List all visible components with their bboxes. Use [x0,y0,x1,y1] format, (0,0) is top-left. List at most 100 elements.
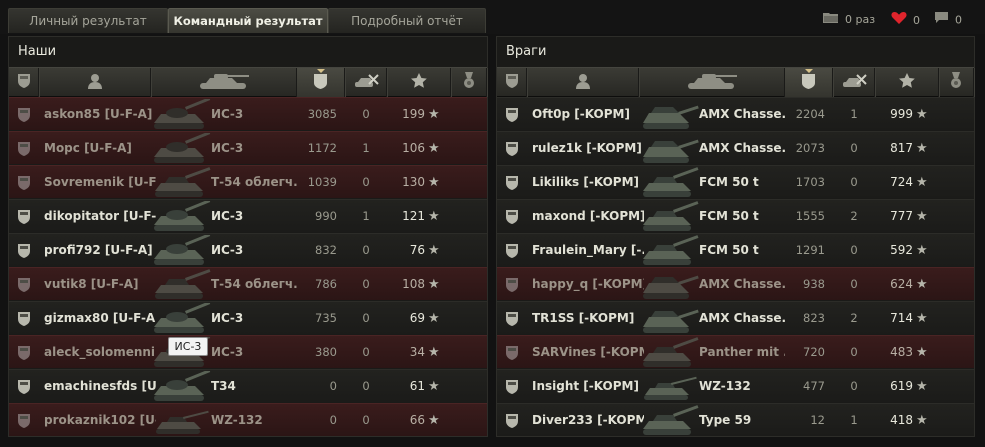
like-count: 0 [913,14,920,27]
vehicle-name[interactable]: ИС-3 [211,302,297,335]
table-row[interactable]: maxond [-KOPM] FCM 50 t 1555 2 777 ★ [497,199,974,232]
table-row[interactable]: happy_q [-KOPM] AMX Chasse... 938 0 624★ [497,267,974,300]
player-name[interactable]: askon85 [U-F-A] [44,98,156,131]
platoon-shield-icon [17,370,33,403]
header-experience[interactable] [297,68,345,97]
kills-value: 0 [850,345,858,359]
vehicle-name[interactable]: ИС-3 [211,234,297,267]
vehicle-name[interactable]: T34 [211,370,297,403]
table-row[interactable]: Diver233 [-KOPM] Type 59 12 1 418 ★ [497,403,974,436]
tab-team-result[interactable]: Командный результат [168,8,328,33]
vehicle-name[interactable]: Type 59 [699,404,785,437]
star-icon: ★ [916,141,928,156]
vehicle-name[interactable]: FCM 50 t [699,234,785,267]
table-row[interactable]: Sovremenik [U-F-... Т-54 облегч... 1039 0 13… [9,165,487,198]
table-row[interactable]: Fraulein_Mary [-... FCM 50 t 1291 0 592 ★ [497,233,974,266]
player-name[interactable]: Морс [U-F-A] [44,132,156,165]
header-player[interactable] [39,68,151,97]
player-name[interactable]: rulez1k [-KOPM] [532,132,644,165]
heart-icon [891,11,907,31]
table-row[interactable]: profi792 [U-F-A] ИС-3 832 0 76 ★ [9,233,487,266]
vehicle-name[interactable]: FCM 50 t [699,200,785,233]
tab-detailed-report[interactable]: Подробный отчёт [328,8,486,33]
comment-stat[interactable]: 0 [934,11,962,29]
player-name[interactable]: Insight [-KOPM] [532,370,644,403]
player-name[interactable]: Sovremenik [U-F-... [44,166,156,199]
table-row[interactable]: TR1SS [-KOPM] AMX Chasse... 823 2 714★ [497,301,974,334]
tab-personal-result[interactable]: Личный результат [8,8,168,33]
folder-stat[interactable]: 0 раз [823,11,875,29]
score-value: 76 [409,243,425,257]
header-vehicle[interactable] [639,68,785,97]
header-medal[interactable] [451,68,487,97]
header-kills[interactable] [833,68,875,97]
kills-value: 2 [850,209,858,223]
header-experience[interactable] [785,68,833,97]
table-row[interactable]: Морс [U-F-A] ИС-3 1172 1 106 ★ [9,131,487,164]
platoon-shield-icon [505,370,521,403]
table-row[interactable]: aleck_solomenni... ИС-3 380 0 34★ [9,335,487,368]
vehicle-name[interactable]: AMX Chasse... [699,98,785,131]
table-row[interactable]: gizmax80 [U-F-A] ИС-3 735 0 69 ★ [9,301,487,334]
table-row[interactable]: dikopitator [U-F-A] ИС-3 990 1 121★ [9,199,487,232]
header-player[interactable] [527,68,639,97]
player-name[interactable]: gizmax80 [U-F-A] [44,302,156,335]
like-stat[interactable]: 0 [891,11,920,29]
table-row[interactable]: SARVines [-KOPM] Panther mit ... 720 0 483★ [497,335,974,368]
experience-value: 720 [803,345,825,359]
player-name[interactable]: TR1SS [-KOPM] [532,302,644,335]
medal-icon [950,72,962,93]
player-name[interactable]: Diver233 [-KOPM] [532,404,644,437]
table-row[interactable]: Insight [-KOPM] WZ-132 477 0 619 ★ [497,369,974,402]
experience-value: 1291 [795,243,825,257]
table-row[interactable]: askon85 [U-F-A] ИС-3 3085 0 199 ★ [9,97,487,130]
header-score[interactable] [387,68,451,97]
vehicle-name[interactable]: AMX Chasse... [699,268,785,301]
player-name[interactable]: happy_q [-KOPM] [532,268,644,301]
vehicle-name[interactable]: ИС-3 [211,200,297,233]
player-name[interactable]: vutik8 [U-F-A] [44,268,156,301]
player-name[interactable]: profi792 [U-F-A] [44,234,156,267]
player-name[interactable]: Oft0p [-KOPM] [532,98,644,131]
table-row[interactable]: prokaznik102 [U-... WZ-132 0 0 66★ [9,403,487,436]
player-name[interactable]: aleck_solomenni... [44,336,156,369]
table-row[interactable]: Oft0p [-KOPM] AMX Chasse... 2204 1 999★ [497,97,974,130]
table-row[interactable]: emachinesfds [U-... T34 0 0 61★ [9,369,487,402]
sort-arrow-icon [804,69,813,73]
vehicle-name[interactable]: AMX Chasse... [699,132,785,165]
vehicle-name[interactable]: Panther mit ... [699,336,785,369]
player-name[interactable]: SARVines [-KOPM] [532,336,644,369]
vehicle-name[interactable]: FCM 50 t [699,166,785,199]
star-icon: ★ [428,243,440,258]
kills-value: 0 [850,277,858,291]
player-name[interactable]: emachinesfds [U-... [44,370,156,403]
vehicle-name[interactable]: AMX Chasse... [699,302,785,335]
header-platoon[interactable] [9,68,39,97]
header-platoon[interactable] [497,68,527,97]
vehicle-name[interactable]: Т-54 облегч... [211,166,297,199]
header-score[interactable] [875,68,939,97]
vehicle-name[interactable]: WZ-132 [211,404,297,437]
vehicle-name[interactable]: ИС-3 [211,98,297,131]
vehicle-name[interactable]: ИС-3 [211,132,297,165]
header-kills[interactable] [345,68,387,97]
table-row[interactable]: vutik8 [U-F-A] Т-54 облегч... 786 0 108★ [9,267,487,300]
table-row[interactable]: rulez1k [-KOPM] AMX Chasse... 2073 0 817★ [497,131,974,164]
player-name[interactable]: maxond [-KOPM] [532,200,644,233]
light-tank-icon [151,404,213,437]
header-vehicle[interactable] [151,68,297,97]
experience-value: 990 [315,209,337,223]
score-value: 108 [402,277,425,291]
player-name[interactable]: Likiliks [-KOPM] [532,166,644,199]
table-row[interactable]: Likiliks [-KOPM] FCM 50 t 1703 0 724 ★ [497,165,974,198]
player-name[interactable]: Fraulein_Mary [-... [532,234,644,267]
vehicle-name[interactable]: ИС-3 [211,336,297,369]
vehicle-name[interactable]: Т-54 облегч... [211,268,297,301]
score-value: 418 [890,413,913,427]
medal-icon [463,72,475,93]
player-name[interactable]: dikopitator [U-F-A] [44,200,156,233]
medium-tank-icon [639,200,701,233]
header-medal[interactable] [939,68,974,97]
vehicle-name[interactable]: WZ-132 [699,370,785,403]
player-name[interactable]: prokaznik102 [U-... [44,404,156,437]
